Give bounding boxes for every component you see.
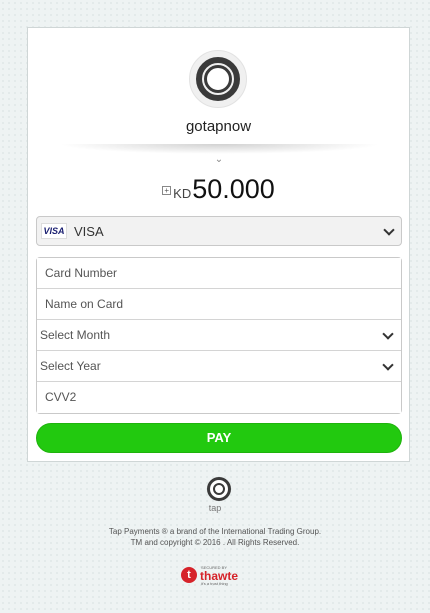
payment-card: gotapnow ⌄ + KD50.000 VISA VISA Card Numb… — [27, 27, 410, 462]
footer-line-1: Tap Payments ® a brand of the Internatio… — [108, 527, 322, 536]
ring-logo-inner-icon — [204, 65, 232, 93]
year-select-label: Select Year — [40, 359, 101, 373]
chevron-down-icon[interactable]: ⌄ — [214, 155, 224, 165]
card-number-input[interactable]: Card Number — [37, 258, 401, 289]
footer-text: Tap Payments ® a brand of the Internatio… — [0, 526, 430, 548]
visa-logo-icon: VISA — [41, 223, 67, 239]
chevron-down-icon — [382, 359, 394, 371]
amount-display: + KD50.000 — [28, 174, 409, 205]
cvv-placeholder: CVV2 — [45, 390, 77, 404]
divider-shadow — [58, 144, 381, 154]
name-placeholder: Name on Card — [45, 297, 124, 311]
card-type-label: VISA — [74, 224, 104, 239]
chevron-down-icon — [383, 224, 395, 236]
chevron-down-icon — [382, 328, 394, 340]
thawte-seal[interactable]: t SECURED BY thawte it's a trust thing — [181, 565, 255, 586]
pay-button[interactable]: PAY — [36, 423, 402, 453]
amount-value: 50.000 — [192, 174, 275, 204]
currency-label: KD — [173, 186, 192, 201]
card-number-placeholder: Card Number — [45, 266, 118, 280]
thawte-badge-icon: t — [181, 567, 197, 583]
tap-label: tap — [208, 503, 222, 513]
merchant-name: gotapnow — [185, 118, 252, 135]
plus-box-icon[interactable]: + — [162, 186, 172, 196]
card-type-select[interactable]: VISA VISA — [36, 216, 402, 246]
cvv-input[interactable]: CVV2 — [37, 382, 401, 413]
tap-logo-icon — [207, 477, 231, 501]
card-form: Card Number Name on Card Select Month Se… — [36, 257, 402, 414]
name-on-card-input[interactable]: Name on Card — [37, 289, 401, 320]
month-select[interactable]: Select Month — [37, 320, 401, 351]
month-select-label: Select Month — [40, 328, 111, 342]
year-select[interactable]: Select Year — [37, 351, 401, 382]
thawte-tagline: it's a trust thing — [201, 581, 228, 586]
merchant-logo — [189, 50, 247, 108]
footer-line-2: TM and copyright © 2016 . All Rights Res… — [130, 538, 300, 547]
